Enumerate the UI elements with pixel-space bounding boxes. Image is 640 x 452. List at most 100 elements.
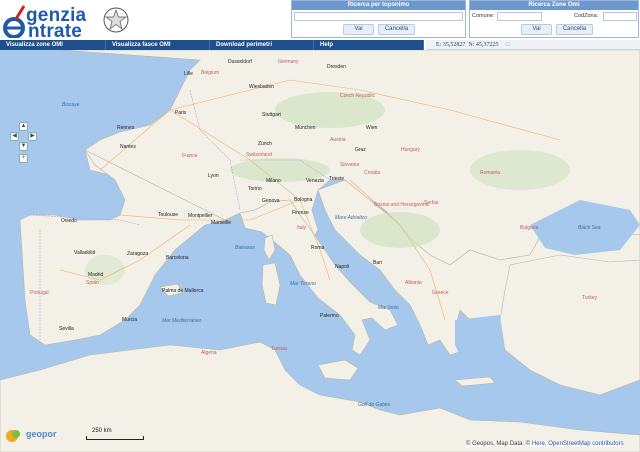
map-country: Portugal <box>30 290 49 296</box>
map-country: Italy <box>297 225 307 231</box>
map-sea: Biscaye <box>62 102 80 108</box>
emblem-icon <box>103 7 129 33</box>
map-country: Belgium <box>201 70 220 76</box>
map-sea: Baleares <box>235 245 255 251</box>
map-pan-control: ▲ ◀ ▶ ▼ + <box>10 122 37 166</box>
map-country: Spain <box>86 280 99 286</box>
attribution-link[interactable]: Here, OpenStreetMap contributors <box>532 441 624 447</box>
coordinates-readout: E: 35,52827 N: 45,37225 □ <box>426 40 640 50</box>
map-sea: Black Sea <box>578 225 601 231</box>
map-city: Paris <box>175 110 187 116</box>
map-country: France <box>182 153 198 159</box>
map-city: Oviedo <box>61 218 77 224</box>
map-country: Turkey <box>582 295 598 301</box>
menu-item-download-perimetri[interactable]: Download perimetri <box>210 40 314 50</box>
geopor-logo[interactable]: geopor <box>4 428 66 442</box>
map-city: Dresden <box>327 64 346 70</box>
pan-down-icon[interactable]: ▼ <box>19 142 28 151</box>
map-canvas[interactable]: ▲ ◀ ▶ ▼ + Dusseldorf Dresden Lille Wiesb… <box>0 50 640 452</box>
menu-item-zone-omi[interactable]: Visualizza zone OMI <box>0 40 106 50</box>
map-city: Genova <box>262 198 280 204</box>
map-city: Lille <box>184 71 193 77</box>
search-zone-title: Ricerca Zone Omi <box>470 1 638 10</box>
map-city: Bari <box>373 260 382 266</box>
map-country: Germany <box>278 59 299 65</box>
map-country: Slovenia <box>340 162 360 168</box>
map-city: Wiesbaden <box>249 84 275 90</box>
map-sea: Mar Tirreno <box>290 281 316 287</box>
map-country: Croatia <box>364 170 381 176</box>
map-attribution: © Geopos, Map Data: © Here, OpenStreetMa… <box>466 441 624 447</box>
map-city: Napoli <box>335 264 350 270</box>
comune-input[interactable] <box>497 12 542 21</box>
coord-copy-icon[interactable]: □ <box>506 42 510 48</box>
map-city: Madrid <box>88 272 104 278</box>
toponimo-search-button[interactable]: Vai <box>343 24 374 35</box>
geopor-text: geopor <box>26 429 57 439</box>
map-country: Serbia <box>424 200 439 206</box>
map-city: Nantes <box>120 144 136 150</box>
comune-label: Comune: <box>472 13 495 19</box>
map-city: Lyon <box>208 173 219 179</box>
map-city: Marseille <box>211 220 232 226</box>
map-country: Albania <box>405 280 422 286</box>
map-country: Austria <box>330 137 346 143</box>
coord-e: E: 35,52827 <box>436 42 466 48</box>
zone-search-button[interactable]: Vai <box>521 24 552 35</box>
map-city: Sevilla <box>59 326 74 332</box>
map-country: Switzerland <box>246 152 272 158</box>
map-sea: Mare Adriatico <box>335 215 368 221</box>
header: genzia ntrate Ricerca per toponimo Vai C… <box>0 0 640 42</box>
map-country: Bosnia and Herzegovina <box>374 202 429 208</box>
map-city: Graz <box>355 147 366 153</box>
map-city: Stuttgart <box>262 112 281 118</box>
pan-left-icon[interactable]: ◀ <box>10 132 19 141</box>
scale-label: 250 km <box>92 428 112 434</box>
map-city: Murcia <box>122 317 138 323</box>
map-city: Dusseldorf <box>228 59 252 65</box>
map-base-svg <box>0 50 640 452</box>
pan-up-icon[interactable]: ▲ <box>19 122 28 131</box>
map-city: Palermo <box>320 313 339 319</box>
map-city: Venezia <box>306 178 324 184</box>
menu-item-help[interactable]: Help <box>314 40 424 50</box>
map-sea: Mar Mediterraneo <box>162 318 202 324</box>
map-city: Zaragoza <box>127 251 149 257</box>
pan-right-icon[interactable]: ▶ <box>28 132 37 141</box>
zone-cancel-button[interactable]: Cancella <box>556 24 593 35</box>
map-country: Hungary <box>401 147 420 153</box>
zoom-in-icon[interactable]: + <box>19 154 28 163</box>
map-city: Roma <box>311 245 325 251</box>
search-toponimo-panel: Ricerca per toponimo Vai Cancella <box>291 0 466 38</box>
map-city: Torino <box>248 186 262 192</box>
logo-line2: ntrate <box>28 21 82 42</box>
map-sea: Golf de Gabès <box>358 402 391 408</box>
map-country: Greece <box>432 290 449 296</box>
map-city: Zürich <box>258 141 272 147</box>
map-country: Tunisia <box>271 346 287 352</box>
map-country: Czech Republic <box>340 93 376 99</box>
menu-bar: Visualizza zone OMI Visualizza fasce OMI… <box>0 40 424 50</box>
map-city: Trieste <box>329 176 345 182</box>
scale-bar: 250 km <box>86 428 146 442</box>
codzona-input[interactable] <box>603 12 637 21</box>
menu-item-fasce-omi[interactable]: Visualizza fasce OMI <box>106 40 210 50</box>
map-city: Firenze <box>292 210 309 216</box>
agenzia-entrate-logo[interactable]: genzia ntrate <box>2 2 132 42</box>
map-city: Valladolid <box>74 250 96 256</box>
map-city: Wien <box>366 125 378 131</box>
map-city: Palma de Mallorca <box>162 288 204 294</box>
map-country: Romania <box>480 170 501 176</box>
toponimo-cancel-button[interactable]: Cancella <box>378 24 415 35</box>
map-city: Montpellier <box>188 213 213 219</box>
map-city: Bologna <box>294 197 313 203</box>
geopor-globe-icon <box>6 430 20 442</box>
map-country: Bulgaria <box>520 225 539 231</box>
attribution-prefix: © Geopos, Map Data: © <box>466 441 531 447</box>
codzona-label: CodZona: <box>574 13 599 19</box>
map-country: Algeria <box>201 350 217 356</box>
search-toponimo-title: Ricerca per toponimo <box>292 1 465 10</box>
map-city: Barcelona <box>166 255 189 261</box>
map-city: Rennes <box>117 125 135 131</box>
toponimo-input[interactable] <box>294 12 463 21</box>
